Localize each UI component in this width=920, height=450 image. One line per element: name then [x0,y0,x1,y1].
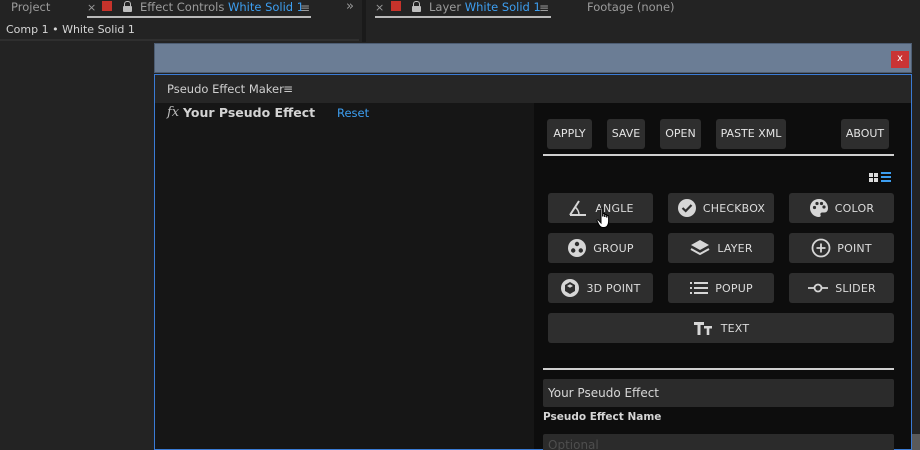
panel-menu-icon[interactable]: ≡ [283,82,293,96]
close-tab-icon[interactable]: × [87,1,96,14]
reset-link[interactable]: Reset [337,106,369,120]
text-button[interactable]: TEXT [548,313,894,343]
effect-preview-pane: fx Your Pseudo Effect Reset [155,103,534,449]
layer-button[interactable]: LAYER [668,233,774,263]
about-button[interactable]: ABOUT [841,119,889,149]
angle-icon [569,200,587,216]
lock-icon[interactable] [412,1,421,12]
save-button[interactable]: SAVE [607,119,645,149]
slider-button[interactable]: SLIDER [789,273,894,303]
panel-title: Pseudo Effect Maker [167,82,284,96]
point-button[interactable]: POINT [789,233,894,263]
palette-icon [809,199,828,217]
group-icon [568,239,587,257]
panel-divider[interactable] [362,0,366,42]
paste-xml-button[interactable]: PASTE XML [716,119,786,149]
tab-menu-icon[interactable]: ≡ [300,1,310,15]
color-button[interactable]: COLOR [789,193,894,223]
tab-project[interactable]: Project [11,0,50,18]
pseudo-effect-maker-panel: Pseudo Effect Maker ≡ fx Your Pseudo Eff… [154,74,912,450]
cube-icon [561,279,580,297]
text-icon [693,322,712,335]
group-button[interactable]: GROUP [548,233,653,263]
3d-point-button[interactable]: 3D POINT [548,273,653,303]
scroll-edge [912,434,920,450]
more-tabs-icon[interactable]: » [346,0,354,14]
slider-icon [808,283,829,293]
layer-color-marker [391,1,401,11]
section-divider [543,368,894,370]
active-tab-indicator [87,16,311,18]
toolbar-divider [543,154,894,156]
checkbox-button[interactable]: CHECKBOX [668,193,774,223]
active-tab-indicator [375,16,551,18]
popup-button[interactable]: POPUP [668,273,774,303]
list-icon [690,282,709,294]
layers-icon [690,240,710,256]
close-window-button[interactable]: x [891,51,909,68]
tab-footage[interactable]: Footage (none) [587,0,675,18]
panel-tab-bar: Project × Effect Controls White Solid 1 … [0,0,920,18]
close-tab-icon[interactable]: × [375,1,384,14]
app-window: Project × Effect Controls White Solid 1 … [0,0,920,450]
apply-button[interactable]: APPLY [547,119,592,149]
checkbox-icon [677,199,696,217]
list-view-icon[interactable] [881,172,891,182]
effect-name-label: Your Pseudo Effect [183,105,316,120]
optional-input[interactable] [543,434,894,450]
grid-view-icon[interactable] [869,173,878,182]
window-title-bar[interactable] [154,43,912,73]
fx-icon: fx [167,105,180,120]
effect-controls-color-marker [102,1,112,11]
pseudo-effect-name-input[interactable] [543,379,894,407]
controls-pane: APPLY SAVE OPEN PASTE XML ABOUT ANGLE CH… [534,103,911,450]
open-button[interactable]: OPEN [660,119,701,149]
tab-menu-icon[interactable]: ≡ [539,1,549,15]
panel-header: Pseudo Effect Maker ≡ [155,75,911,103]
divider [0,39,359,41]
pseudo-effect-name-label: Pseudo Effect Name [543,411,662,423]
breadcrumb: Comp 1 • White Solid 1 [6,23,135,36]
hand-cursor-icon [596,207,610,228]
point-icon [811,238,831,258]
lock-icon[interactable] [123,1,132,12]
